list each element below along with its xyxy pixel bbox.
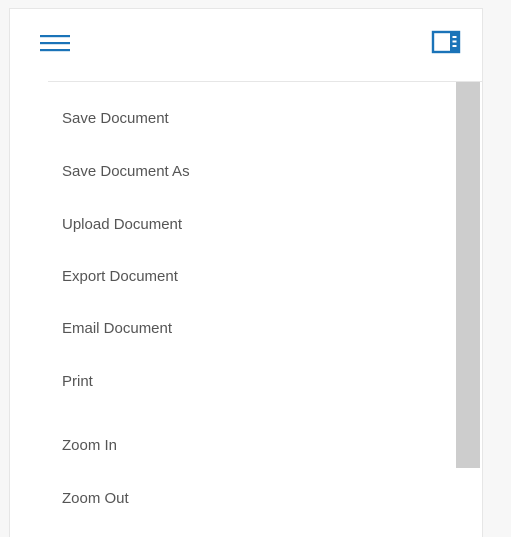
menu-item-zoom-out[interactable]: Zoom Out <box>48 481 448 517</box>
scrollbar-thumb[interactable] <box>456 82 480 468</box>
menu-item-save-document[interactable]: Save Document <box>48 101 448 137</box>
menu-scrollbar[interactable] <box>456 82 480 537</box>
panel-header <box>10 9 482 81</box>
hamburger-menu-icon[interactable] <box>40 32 70 56</box>
menu-item-save-document-as[interactable]: Save Document As <box>48 154 448 190</box>
menu-item-upload-document[interactable]: Upload Document <box>48 207 448 243</box>
menu-item-zoom-in[interactable]: Zoom In <box>48 428 448 464</box>
document-menu-panel: Save Document Save Document As Upload Do… <box>9 8 483 537</box>
menu-item-export-document[interactable]: Export Document <box>48 259 448 295</box>
menu-item-print[interactable]: Print <box>48 364 448 400</box>
document-menu-list: Save Document Save Document As Upload Do… <box>48 82 448 537</box>
side-panel-icon[interactable] <box>431 29 461 55</box>
menu-item-email-document[interactable]: Email Document <box>48 311 448 347</box>
